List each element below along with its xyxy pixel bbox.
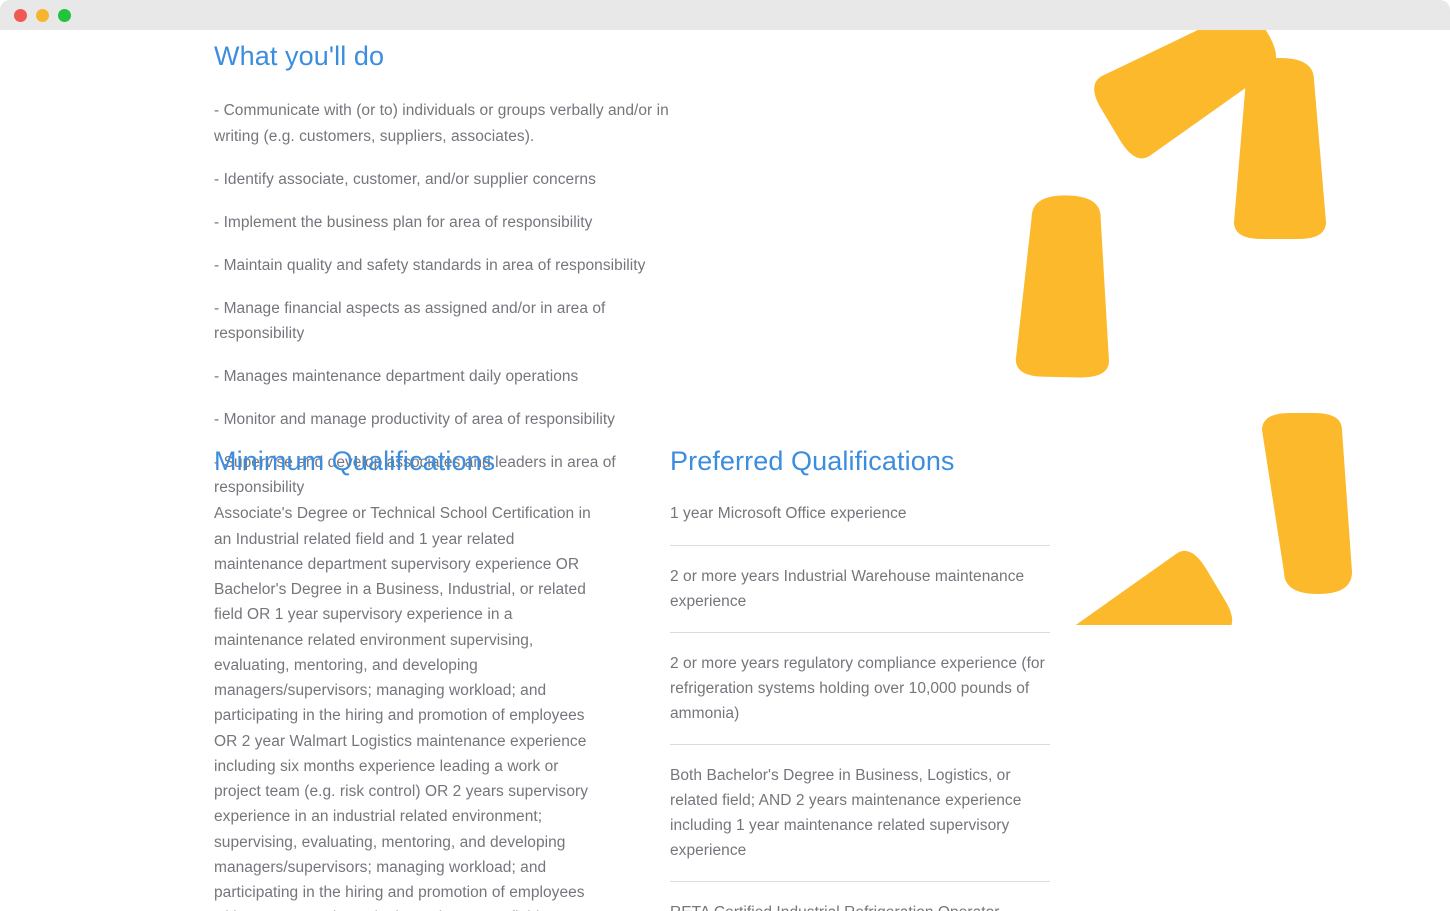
responsibility-bullet: - Implement the business plan for area o…	[214, 213, 593, 231]
responsibility-bullet: - Identify associate, customer, and/or s…	[214, 170, 596, 188]
responsibility-bullet: - Communicate with (or to) individuals o…	[214, 102, 669, 145]
list-item: RETA Certified Industrial Refrigeration …	[670, 900, 1050, 911]
section-preferred-qualifications: Preferred Qualifications 1 year Microsof…	[670, 445, 1050, 911]
minimum-qualifications-heading: Minimum Qualifications	[214, 446, 496, 476]
maximize-window-button[interactable]	[58, 9, 71, 22]
minimum-qualifications-body: Associate's Degree or Technical School C…	[214, 505, 591, 911]
section-what-you-will-do: What you'll do - Communicate with (or to…	[214, 40, 694, 501]
section-minimum-qualifications: Minimum Qualifications Associate's Degre…	[214, 445, 599, 911]
page-canvas: What you'll do - Communicate with (or to…	[0, 30, 1450, 911]
close-window-button[interactable]	[14, 9, 27, 22]
browser-window: What you'll do - Communicate with (or to…	[0, 0, 1450, 911]
list-item: 2 or more years regulatory compliance ex…	[670, 651, 1050, 746]
list-item: Both Bachelor's Degree in Business, Logi…	[670, 763, 1050, 883]
preferred-qualifications-list: 1 year Microsoft Office experience 2 or …	[670, 501, 1050, 911]
responsibility-bullet: - Manages maintenance department daily o…	[214, 368, 579, 386]
list-item: 1 year Microsoft Office experience	[670, 501, 1050, 546]
minimize-window-button[interactable]	[36, 9, 49, 22]
preferred-qualifications-heading: Preferred Qualifications	[670, 446, 955, 476]
responsibility-bullet: - Monitor and manage productivity of are…	[214, 411, 615, 429]
window-titlebar	[0, 0, 1450, 30]
traffic-light-controls	[14, 9, 71, 22]
what-you-will-do-heading: What you'll do	[214, 41, 385, 71]
list-item: 2 or more years Industrial Warehouse mai…	[670, 564, 1050, 633]
responsibility-bullet: - Manage financial aspects as assigned a…	[214, 299, 606, 343]
walmart-spark-logo	[1015, 30, 1352, 625]
responsibility-bullet: - Maintain quality and safety standards …	[214, 256, 646, 274]
